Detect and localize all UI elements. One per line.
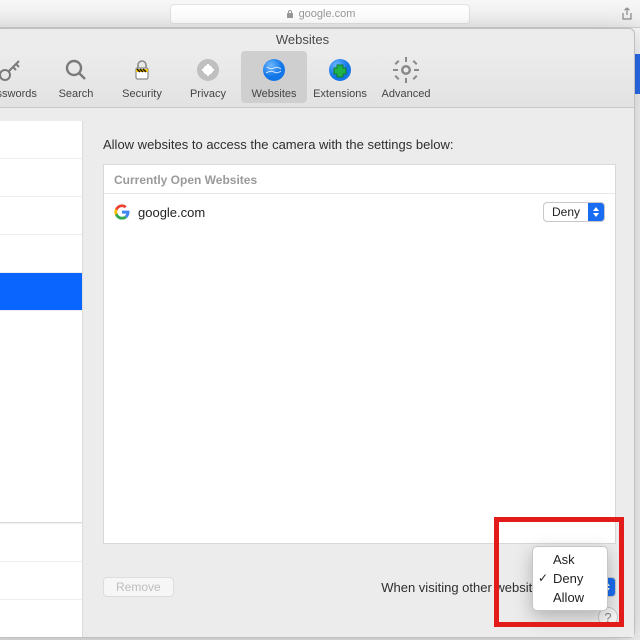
sidebar-item[interactable] — [0, 235, 82, 273]
content-area: s yer Allow websites to access the camer… — [0, 121, 634, 637]
gear-icon — [391, 55, 421, 85]
permission-dropdown: Ask ✓ Deny Allow — [532, 546, 608, 611]
toolbar-item-websites[interactable]: Websites — [241, 51, 307, 103]
footer-label: When visiting other websites — [381, 580, 546, 595]
toolbar-label: Privacy — [190, 88, 226, 100]
security-icon — [127, 55, 157, 85]
lock-icon — [285, 9, 295, 19]
google-favicon-icon — [114, 204, 130, 220]
privacy-icon — [193, 55, 223, 85]
toolbar-label: Search — [59, 88, 94, 100]
sidebar-item[interactable] — [0, 121, 82, 159]
sidebar-item[interactable]: yer — [0, 561, 82, 599]
toolbar-label: Advanced — [382, 88, 431, 100]
dropdown-option-allow[interactable]: Allow — [533, 588, 607, 607]
globe-icon — [259, 55, 289, 85]
sidebar-item-selected[interactable] — [0, 273, 82, 311]
address-field[interactable]: google.com — [170, 4, 470, 24]
toolbar-item-search[interactable]: Search — [43, 51, 109, 103]
toolbar-label: Websites — [251, 88, 296, 100]
sidebar-item[interactable] — [0, 197, 82, 235]
checkmark-icon: ✓ — [538, 571, 548, 585]
dropdown-option-ask[interactable]: Ask — [533, 550, 607, 569]
toolbar-label: Security — [122, 88, 162, 100]
instruction-text: Allow websites to access the camera with… — [103, 137, 616, 152]
sidebar: s yer — [0, 121, 83, 637]
toolbar-label: Extensions — [313, 88, 367, 100]
option-label: Ask — [553, 552, 575, 567]
sidebar-item[interactable] — [0, 523, 82, 561]
stepper-arrows-icon — [588, 203, 604, 221]
sidebar-item[interactable]: s — [0, 159, 82, 197]
toolbar-item-security[interactable]: Security — [109, 51, 175, 103]
search-icon — [61, 55, 91, 85]
share-icon[interactable] — [620, 7, 634, 21]
browser-address-bar: google.com — [0, 0, 640, 28]
permission-value: Deny — [544, 205, 588, 219]
option-label: Allow — [553, 590, 584, 605]
toolbar-item-passwords[interactable]: Passwords — [0, 51, 43, 103]
panel-header: Currently Open Websites — [104, 165, 615, 194]
preferences-window: Websites Passwords Search Secur — [0, 28, 635, 638]
option-label: Deny — [553, 571, 583, 586]
toolbar-label: Passwords — [0, 88, 37, 100]
help-icon: ? — [604, 610, 611, 625]
key-icon — [0, 55, 25, 85]
toolbar-item-privacy[interactable]: Privacy — [175, 51, 241, 103]
websites-panel: Currently Open Websites google.com Deny — [103, 164, 616, 544]
website-row[interactable]: google.com Deny — [104, 194, 615, 230]
toolbar-item-advanced[interactable]: Advanced — [373, 51, 439, 103]
main-pane: Allow websites to access the camera with… — [83, 121, 634, 637]
toolbar-item-extensions[interactable]: Extensions — [307, 51, 373, 103]
permission-select[interactable]: Deny — [543, 202, 605, 222]
website-name: google.com — [138, 205, 205, 220]
sidebar-item[interactable] — [0, 599, 82, 637]
window-title: Websites — [0, 29, 634, 51]
dropdown-option-deny[interactable]: ✓ Deny — [533, 569, 607, 588]
address-text: google.com — [299, 8, 356, 20]
remove-button[interactable]: Remove — [103, 577, 174, 597]
extensions-icon — [325, 55, 355, 85]
preferences-toolbar: Passwords Search Security Priv — [0, 51, 634, 108]
